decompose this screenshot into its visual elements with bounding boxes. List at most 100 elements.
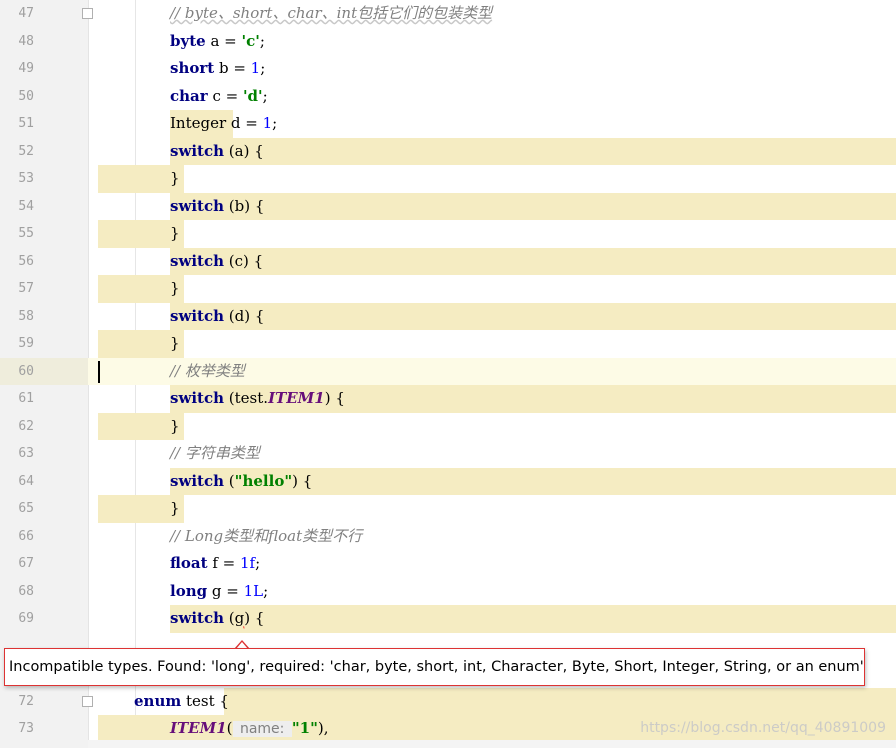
line-number: 53: [18, 171, 34, 186]
code-text: }: [170, 330, 180, 358]
error-tooltip: Incompatible types. Found: 'long', requi…: [4, 648, 865, 686]
code-text: // 字符串类型: [170, 440, 260, 468]
code-token: (: [224, 471, 235, 490]
code-line[interactable]: 47 // byte、short、char、int包括它们的包装类型: [0, 0, 896, 28]
code-token: 'd': [242, 86, 263, 105]
code-line[interactable]: 64 switch ("hello") {: [0, 467, 896, 495]
code-line[interactable]: 53}: [0, 165, 896, 193]
code-token: }: [170, 224, 180, 242]
code-text: }: [170, 220, 180, 248]
text-caret: [98, 360, 100, 383]
code-token: ITEM1: [170, 719, 227, 737]
code-token: test {: [181, 691, 229, 710]
code-line[interactable]: 52 switch (a) {: [0, 137, 896, 165]
code-token: switch: [170, 471, 225, 490]
code-token: }: [170, 416, 180, 435]
code-line[interactable]: 72 enum test {: [0, 687, 896, 716]
code-line[interactable]: 51 Integer d = 1;: [0, 110, 896, 138]
code-token: // byte、short、char、int包括它们的包装类型: [170, 4, 493, 22]
error-tooltip-message: Incompatible types. Found: 'long', requi…: [9, 659, 864, 675]
code-text: long g = 1L;: [170, 578, 268, 606]
line-number: 67: [18, 556, 34, 571]
line-number: 66: [18, 528, 34, 544]
code-token: (: [226, 719, 233, 737]
code-token: ) {: [324, 389, 345, 407]
code-token: ;: [260, 59, 266, 77]
line-number: 56: [18, 253, 34, 269]
code-token: }: [170, 499, 180, 517]
code-line[interactable]: 49 short b = 1;: [0, 55, 896, 83]
code-token: g =: [207, 581, 244, 600]
line-number: 62: [18, 418, 34, 434]
code-line[interactable]: 67 float f = 1f;: [0, 550, 896, 578]
code-line[interactable]: 50 char c = 'd';: [0, 83, 896, 111]
code-token: long: [170, 581, 208, 600]
code-token: (a) {: [224, 141, 264, 160]
code-text: switch (test.ITEM1) {: [170, 385, 345, 413]
horizontal-scrollbar[interactable]: [88, 740, 896, 748]
code-token: }: [170, 279, 180, 297]
code-token: "1": [291, 719, 318, 737]
code-token: // 字符串类型: [170, 444, 260, 462]
code-line[interactable]: 57}: [0, 275, 896, 303]
code-token: b =: [214, 59, 251, 77]
code-token: (: [224, 609, 235, 627]
code-token: }: [170, 169, 180, 187]
warning-highlight: [170, 605, 896, 633]
code-line[interactable]: 55}: [0, 220, 896, 248]
code-text: switch (d) {: [170, 303, 264, 331]
warning-highlight: [170, 192, 896, 220]
fold-marker-icon[interactable]: [82, 8, 93, 19]
code-line[interactable]: 60 // 枚举类型: [0, 357, 896, 385]
code-line[interactable]: 62}: [0, 412, 896, 441]
code-token: // Long类型和float类型不行: [170, 526, 363, 545]
code-text: short b = 1;: [170, 55, 265, 83]
code-line[interactable]: 56 switch (c) {: [0, 247, 896, 275]
line-number: 72: [18, 693, 34, 709]
line-number: 61: [18, 391, 34, 406]
code-token: byte: [170, 31, 206, 50]
code-token: switch: [170, 609, 225, 627]
line-number: 50: [18, 88, 34, 104]
code-token: ;: [263, 581, 269, 600]
code-line[interactable]: 65}: [0, 495, 896, 523]
code-token: d =: [226, 114, 263, 132]
warning-highlight: [170, 137, 896, 165]
code-line[interactable]: 68 long g = 1L;: [0, 578, 896, 606]
code-token: (c) {: [224, 251, 264, 270]
code-line[interactable]: 59}: [0, 330, 896, 358]
fold-marker-icon[interactable]: [82, 695, 93, 707]
code-token: switch: [170, 251, 225, 270]
line-number: 73: [18, 721, 34, 736]
watermark: https://blog.csdn.net/qq_40891009: [640, 720, 886, 736]
code-token: c =: [207, 86, 243, 105]
line-number: 64: [18, 473, 34, 489]
code-token: char: [170, 86, 208, 105]
code-line[interactable]: 61 switch (test.ITEM1) {: [0, 385, 896, 413]
code-token: switch: [170, 389, 225, 407]
code-line[interactable]: 63 // 字符串类型: [0, 440, 896, 468]
code-token: }: [170, 334, 180, 352]
code-token: 1L: [243, 581, 264, 600]
line-number: 68: [18, 583, 34, 599]
code-token: (d) {: [224, 306, 265, 325]
code-line[interactable]: 54 switch (b) {: [0, 192, 896, 220]
code-text: }: [170, 413, 180, 441]
code-line[interactable]: 69 switch (g) {: [0, 605, 896, 633]
warning-highlight: [224, 687, 896, 715]
current-line-highlight: [0, 357, 896, 385]
code-token: float: [170, 554, 208, 572]
code-line[interactable]: 66 // Long类型和float类型不行: [0, 523, 896, 551]
code-token: (test.: [224, 389, 269, 407]
code-text: enum test {: [134, 688, 229, 716]
line-number: 57: [18, 281, 34, 296]
code-token: a =: [205, 31, 242, 50]
code-line[interactable]: 48 byte a = 'c';: [0, 28, 896, 56]
code-token: switch: [170, 141, 225, 160]
line-number: 55: [18, 226, 34, 241]
code-line[interactable]: 58 switch (d) {: [0, 302, 896, 331]
code-token: ) {: [292, 471, 313, 490]
line-number: 51: [18, 116, 34, 131]
code-text: float f = 1f;: [170, 550, 260, 578]
code-token: ;: [255, 554, 261, 572]
